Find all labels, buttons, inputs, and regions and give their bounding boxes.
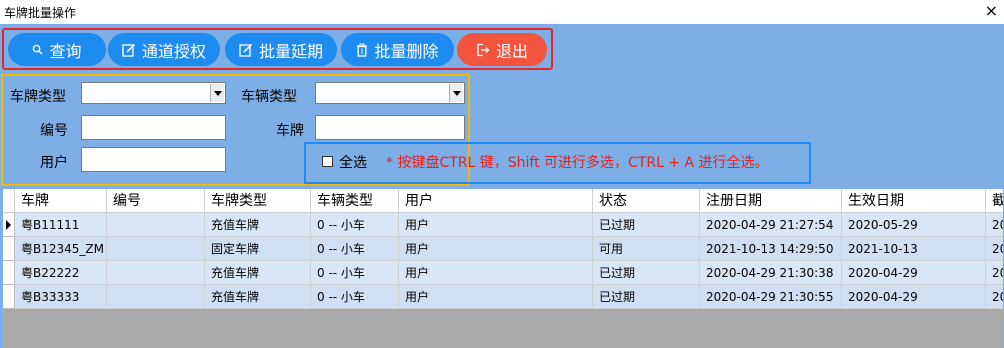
logout-icon: [477, 43, 490, 56]
chevron-down-icon[interactable]: [449, 84, 463, 102]
table-row[interactable]: 粤B33333 充值车牌 0 -- 小车 用户 已过期 2020-04-29 2…: [3, 285, 1003, 309]
row-header-corner: [3, 189, 15, 213]
table-cell[interactable]: 20: [986, 237, 1003, 261]
batch-delete-button[interactable]: 批量删除: [341, 33, 454, 66]
batch-extend-label: 批量延期: [258, 41, 323, 61]
table-cell[interactable]: 20: [986, 213, 1003, 237]
title-bar: 车牌批量操作 ×: [0, 0, 1004, 24]
table-cell[interactable]: 已过期: [593, 213, 700, 237]
table-cell[interactable]: 粤B22222: [15, 261, 107, 285]
select-all-checkbox[interactable]: [322, 156, 333, 167]
query-button-label: 查询: [49, 41, 82, 61]
table-cell[interactable]: 20: [986, 261, 1003, 285]
edit-icon: [122, 43, 136, 57]
table-cell[interactable]: 20: [986, 285, 1003, 309]
table-cell[interactable]: 用户: [399, 261, 593, 285]
table-cell[interactable]: 2020-04-29 21:30:38: [700, 261, 842, 285]
table-cell[interactable]: 2020-05-29: [842, 213, 986, 237]
column-header[interactable]: 注册日期: [700, 189, 842, 213]
row-header-selected[interactable]: [3, 213, 15, 237]
table-cell[interactable]: 用户: [399, 237, 593, 261]
table-cell[interactable]: [107, 261, 205, 285]
table-row[interactable]: 粤B22222 充值车牌 0 -- 小车 用户 已过期 2020-04-29 2…: [3, 261, 1003, 285]
window-title: 车牌批量操作: [4, 6, 77, 20]
column-header[interactable]: 车牌类型: [205, 189, 311, 213]
table-row[interactable]: 粤B12345_ZM 固定车牌 0 -- 小车 用户 可用 2021-10-13…: [3, 237, 1003, 261]
table-cell[interactable]: 充值车牌: [205, 213, 311, 237]
table-cell[interactable]: 2020-04-29: [842, 261, 986, 285]
grid-header: 车牌 编号 车牌类型 车辆类型 用户 状态 注册日期 生效日期 截: [3, 189, 1003, 213]
batch-extend-button[interactable]: 批量延期: [225, 33, 337, 66]
exit-button-label: 退出: [495, 41, 528, 61]
plate-input[interactable]: [315, 115, 465, 140]
table-cell[interactable]: 固定车牌: [205, 237, 311, 261]
number-input[interactable]: [81, 115, 226, 140]
table-row[interactable]: 粤B11111 充值车牌 0 -- 小车 用户 已过期 2020-04-29 2…: [3, 213, 1003, 237]
channel-authorize-button[interactable]: 通道授权: [108, 33, 220, 66]
table-cell[interactable]: 0 -- 小车: [311, 237, 399, 261]
number-label: 编号: [40, 123, 68, 139]
table-cell[interactable]: 充值车牌: [205, 285, 311, 309]
row-header[interactable]: [3, 237, 15, 261]
multi-select-hint: * 按键盘CTRL 键，Shift 可进行多选，CTRL + A 进行全选。: [386, 155, 769, 171]
trash-icon: [357, 43, 368, 57]
column-header[interactable]: 状态: [593, 189, 700, 213]
table-cell[interactable]: 2021-10-13: [842, 237, 986, 261]
chevron-down-icon[interactable]: [210, 84, 224, 102]
column-header[interactable]: 生效日期: [842, 189, 986, 213]
table-cell[interactable]: 用户: [399, 213, 593, 237]
column-header[interactable]: 用户: [399, 189, 593, 213]
search-icon: [33, 44, 44, 55]
table-cell[interactable]: 0 -- 小车: [311, 213, 399, 237]
select-all-label[interactable]: 全选: [339, 152, 367, 172]
table-cell[interactable]: 0 -- 小车: [311, 261, 399, 285]
close-button[interactable]: ×: [985, 2, 998, 20]
user-input[interactable]: [81, 147, 226, 172]
user-label: 用户: [40, 155, 68, 171]
vehicle-type-label: 车辆类型: [241, 89, 297, 105]
plate-grid[interactable]: 车牌 编号 车牌类型 车辆类型 用户 状态 注册日期 生效日期 截 粤B1111…: [3, 189, 1003, 348]
table-cell[interactable]: 2021-10-13 14:29:50: [700, 237, 842, 261]
channel-authorize-label: 通道授权: [141, 41, 206, 61]
column-header[interactable]: 车辆类型: [311, 189, 399, 213]
table-cell[interactable]: [107, 213, 205, 237]
table-cell[interactable]: 2020-04-29 21:27:54: [700, 213, 842, 237]
table-cell[interactable]: 2020-04-29: [842, 285, 986, 309]
table-cell[interactable]: 粤B33333: [15, 285, 107, 309]
table-cell[interactable]: 0 -- 小车: [311, 285, 399, 309]
table-cell[interactable]: 可用: [593, 237, 700, 261]
table-cell[interactable]: [107, 237, 205, 261]
plate-label: 车牌: [276, 123, 304, 139]
table-cell[interactable]: [107, 285, 205, 309]
plate-type-label: 车牌类型: [10, 89, 66, 105]
column-header[interactable]: 车牌: [15, 189, 107, 213]
column-header[interactable]: 编号: [107, 189, 205, 213]
row-header[interactable]: [3, 261, 15, 285]
vehicle-type-select[interactable]: [315, 82, 465, 104]
table-cell[interactable]: 已过期: [593, 261, 700, 285]
current-row-pointer-icon: [6, 220, 11, 230]
table-cell[interactable]: 2020-04-29 21:30:55: [700, 285, 842, 309]
table-cell[interactable]: 充值车牌: [205, 261, 311, 285]
table-cell[interactable]: 用户: [399, 285, 593, 309]
table-cell[interactable]: 已过期: [593, 285, 700, 309]
edit-icon: [239, 43, 253, 57]
table-cell[interactable]: 粤B12345_ZM: [15, 237, 107, 261]
query-button[interactable]: 查询: [8, 33, 106, 66]
column-header[interactable]: 截: [986, 189, 1003, 213]
batch-delete-label: 批量删除: [374, 41, 439, 61]
plate-type-select[interactable]: [81, 82, 226, 104]
row-header[interactable]: [3, 285, 15, 309]
exit-button[interactable]: 退出: [457, 33, 547, 66]
table-cell[interactable]: 粤B11111: [15, 213, 107, 237]
